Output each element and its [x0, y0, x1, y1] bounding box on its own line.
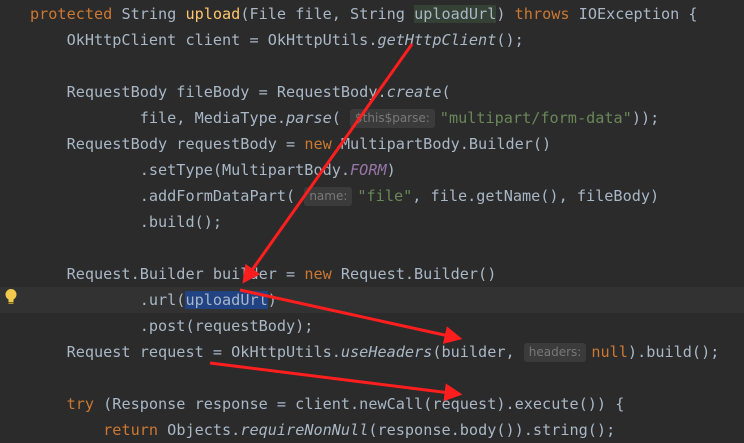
string-literal: "file" — [357, 187, 413, 205]
code-line-17[interactable]: return Objects.requireNonNull(response.b… — [0, 417, 744, 443]
code-line-6[interactable]: RequestBody requestBody = new MultipartB… — [0, 131, 744, 157]
selected-text: uploadUrl — [185, 291, 268, 309]
code-line-4[interactable]: RequestBody fileBody = RequestBody.creat… — [0, 79, 744, 105]
code-line-7[interactable]: .setType(MultipartBody.FORM) — [0, 157, 744, 183]
keyword: protected — [30, 5, 113, 23]
code-line-5[interactable]: file, MediaType.parse( $this$parse: "mult… — [0, 105, 744, 131]
string-literal: "multipart/form-data" — [439, 109, 632, 127]
code-line-16[interactable]: try (Response response = client.newCall(… — [0, 391, 744, 417]
code-line-11[interactable]: Request.Builder builder = new Request.Bu… — [0, 261, 744, 287]
parameter-hint: $this$parse: — [350, 109, 435, 128]
constant: FORM — [350, 161, 387, 179]
code-line-14[interactable]: Request request = OkHttpUtils.useHeaders… — [0, 339, 744, 365]
lightbulb-icon[interactable] — [4, 288, 18, 306]
parameter-hint: name: — [304, 187, 353, 206]
code-editor[interactable]: protected String upload(File file, Strin… — [0, 0, 744, 442]
parameter-name: uploadUrl — [414, 5, 497, 23]
parameter-hint: headers: — [523, 343, 587, 362]
code-line-2[interactable]: OkHttpClient client = OkHttpUtils.getHtt… — [0, 27, 744, 53]
code-line-9[interactable]: .build(); — [0, 209, 744, 235]
method-name: upload — [185, 5, 241, 23]
code-line-8[interactable]: .addFormDataPart( name: "file", file.getN… — [0, 183, 744, 209]
code-line-1[interactable]: protected String upload(File file, Strin… — [0, 1, 744, 27]
code-line-12[interactable]: .url(uploadUrl) — [0, 287, 744, 313]
code-line-13[interactable]: .post(requestBody); — [0, 313, 744, 339]
